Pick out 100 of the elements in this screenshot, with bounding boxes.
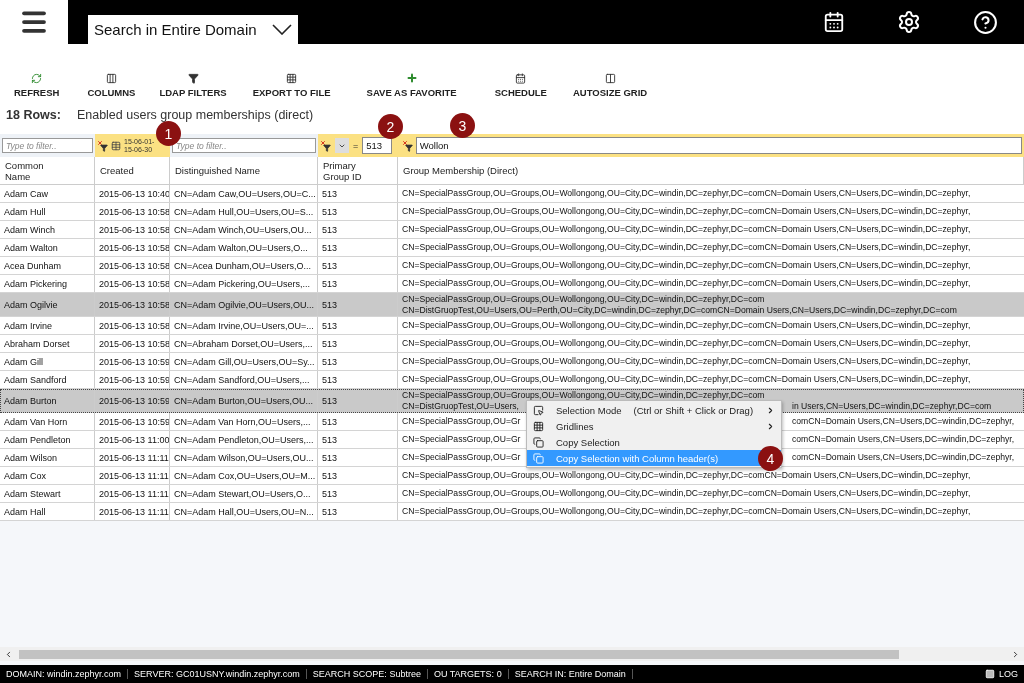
horizontal-scrollbar[interactable] (0, 647, 1024, 661)
toolbar-button[interactable]: SCHEDULE (494, 73, 547, 98)
table-cell: 2015-06-13 10:58 (95, 275, 170, 292)
table-cell: 2015-06-13 10:58 (95, 257, 170, 274)
cell-text: comCN=Domain Users,CN=Users,DC=windin,DC=zephyr, (792, 452, 1015, 463)
clear-filter-icon[interactable] (320, 139, 331, 152)
text-filter[interactable]: Wollon (398, 134, 1024, 157)
table-cell: 513 (318, 467, 398, 484)
report-title: Enabled users group memberships (direct) (76, 108, 314, 122)
toolbar-button[interactable]: AUTOSIZE GRID (572, 73, 648, 98)
cell-text: CN=SpecialPassGroup,OU=Gr (402, 434, 521, 445)
scroll-thumb[interactable] (19, 649, 899, 659)
column-header[interactable]: Distinguished Name (170, 157, 318, 184)
table-cell: CN=Adam Hall,OU=Users,OU=N... (170, 503, 318, 520)
table-cell: CN=Adam Wilson,OU=Users,OU... (170, 449, 318, 466)
toolbar-button[interactable]: LDAP FILTERS (159, 73, 227, 98)
table-cell: Adam Ogilvie (0, 293, 95, 316)
table-cell-text: CN=SpecialPassGroup,OU=Groups,OU=Wollongong,OU=City,DC=windin,DC=zephyr,DC=comCN=Domain Users,CN=Users,DC=windin,DC=zephyr, (401, 241, 972, 255)
toolbar-button[interactable]: COLUMNS (87, 73, 136, 98)
column-header[interactable]: Primary Group ID (318, 157, 398, 184)
grid-icon (286, 73, 298, 84)
cell-text: comCN=Domain Users,CN=Users,DC=windin,DC=zephyr, (792, 434, 1015, 445)
table-cell: 513 (318, 317, 398, 334)
table-row[interactable]: Abraham Dorset 2015-06-13 10:58 CN=Abraham Dorset,OU=Users,... 513 CN=SpecialPassGroup,OU=Groups,OU=Wollongong,OU=City,DC=windin,DC=zephyr,DC=comCN=Domain Users,CN=Users,DC=windin,DC=zephyr, (0, 335, 1024, 353)
filter-field[interactable]: 513 (362, 137, 393, 154)
column-header[interactable]: Common Name (0, 157, 95, 184)
table-row[interactable]: Adam Gill 2015-06-13 10:59 CN=Adam Gill,OU=Users,OU=Sy... 513 CN=SpecialPassGroup,OU=Groups,OU=Wollongong,OU=City,DC=windin,DC=zephyr,DC=comCN=Domain Users,CN=Users,DC=windin,DC=zephyr, (0, 353, 1024, 371)
scope-dropdown[interactable]: Search in Entire Domain (88, 15, 298, 44)
table-cell: CN=Adam Stewart,OU=Users,O... (170, 485, 318, 502)
table-cell: Adam Wilson (0, 449, 95, 466)
clear-filter-icon[interactable] (97, 139, 108, 152)
filter-field[interactable]: Wollon (415, 137, 1022, 154)
table-cell: 513 (318, 413, 398, 430)
table-cell: Adam Sandford (0, 371, 95, 388)
table-cell: 2015-06-13 10:40 (95, 185, 170, 202)
log-button[interactable]: LOG (985, 669, 1018, 679)
table-cell: CN=Adam Hull,OU=Users,OU=S... (170, 203, 318, 220)
table-cell-text: CN=SpecialPassGroup,OU=Groups,OU=Wollongong,OU=City,DC=windin,DC=zephyr,DC=comCN=Domain Users,CN=Users,DC=windin,DC=zephyr, (401, 505, 972, 519)
table-cell: Acea Dunham (0, 257, 95, 274)
toolbar-button[interactable]: SAVE AS FAVORITE (366, 72, 457, 98)
grid-icon (533, 420, 544, 432)
table-cell-text: CN=SpecialPassGroup,OU=Groups,OU=Wollongong,OU=City,DC=windin,DC=zephyr,DC=comCN=Domain Users,CN=Users,DC=windin,DC=zephyr, (401, 469, 972, 483)
table-row[interactable]: Adam Winch 2015-06-13 10:58 CN=Adam Winch,OU=Users,OU... 513 CN=SpecialPassGroup,OU=Groups,OU=Wollongong,OU=City,DC=windin,DC=zephyr,DC=comCN=Domain Users,CN=Users,DC=windin,DC=zephyr, (0, 221, 1024, 239)
table-cell: Adam Hall (0, 503, 95, 520)
table-row[interactable]: Adam Hull 2015-06-13 10:58 CN=Adam Hull,OU=Users,OU=S... 513 CN=SpecialPassGroup,OU=Groups,OU=Wollongong,OU=City,DC=windin,DC=zephyr,DC=comCN=Domain Users,CN=Users,DC=windin,DC=zephyr, (0, 203, 1024, 221)
autosize-icon (604, 73, 616, 84)
help-icon (973, 9, 998, 35)
column-header[interactable]: Created (95, 157, 170, 184)
table-cell: Adam Van Horn (0, 413, 95, 430)
calendar-button[interactable] (823, 11, 845, 33)
table-cell: CN=Adam Sandford,OU=Users,... (170, 371, 318, 388)
table-row[interactable]: Adam Hall 2015-06-13 11:11 CN=Adam Hall,OU=Users,OU=N... 513 CN=SpecialPassGroup,OU=Groups,OU=Wollongong,OU=City,DC=windin,DC=zephyr,DC=comCN=Domain Users,CN=Users,DC=windin,DC=zephyr, (0, 503, 1024, 521)
table-cell: Adam Winch (0, 221, 95, 238)
table-cell: CN=Adam Van Horn,OU=Users,... (170, 413, 318, 430)
table-row[interactable] (0, 293, 1024, 317)
cell-text: comCN=Domain Users,CN=Users,DC=windin,DC=zephyr, (792, 416, 1015, 427)
scroll-left-icon[interactable] (4, 649, 13, 659)
table-row[interactable]: Adam Stewart 2015-06-13 11:11 CN=Adam Stewart,OU=Users,O... 513 CN=SpecialPassGroup,OU=Groups,OU=Wollongong,OU=City,DC=windin,DC=zephyr,DC=comCN=Domain Users,CN=Users,DC=windin,DC=zephyr, (0, 485, 1024, 503)
table-row[interactable]: Adam Caw 2015-06-13 10:40 CN=Adam Caw,OU=Users,OU=C... 513 CN=SpecialPassGroup,OU=Groups,OU=Wollongong,OU=City,DC=windin,DC=zephyr,DC=comCN=Domain Users,CN=Users,DC=windin,DC=zephyr, (0, 185, 1024, 203)
table-cell: CN=Acea Dunham,OU=Users,O... (170, 257, 318, 274)
table-row[interactable]: Acea Dunham 2015-06-13 10:58 CN=Acea Dunham,OU=Users,O... 513 CN=SpecialPassGroup,OU=Groups,OU=Wollongong,OU=City,DC=windin,DC=zephyr,DC=comCN=Domain Users,CN=Users,DC=windin,DC=zephyr, (0, 257, 1024, 275)
table-cell: 2015-06-13 10:58 (95, 203, 170, 220)
table-cell: CN=Adam Gill,OU=Users,OU=Sy... (170, 353, 318, 370)
table-row[interactable]: Adam Sandford 2015-06-13 10:59 CN=Adam Sandford,OU=Users,... 513 CN=SpecialPassGroup,OU=Groups,OU=Wollongong,OU=City,DC=windin,DC=zephyr,DC=comCN=Domain Users,CN=Users,DC=windin,DC=zephyr, (0, 371, 1024, 389)
table-row[interactable]: Adam Walton 2015-06-13 10:58 CN=Adam Walton,OU=Users,O... 513 CN=SpecialPassGroup,OU=Groups,OU=Wollongong,OU=City,DC=windin,DC=zephyr,DC=comCN=Domain Users,CN=Users,DC=windin,DC=zephyr, (0, 239, 1024, 257)
table-cell: CN=Adam Pickering,OU=Users,... (170, 275, 318, 292)
number-filter[interactable]: = 513 (318, 134, 398, 157)
table-cell-text: CN=SpecialPassGroup,OU=Groups,OU=Wollongong,OU=City,DC=windin,DC=zephyr,DC=comCN=Domain Users,CN=Users,DC=windin,DC=zephyr, (401, 259, 972, 273)
clear-filter-icon[interactable] (402, 139, 413, 152)
operator-label: = (353, 140, 359, 151)
table-row[interactable]: Adam Cox 2015-06-13 11:11 CN=Adam Cox,OU=Users,OU=M... 513 CN=SpecialPassGroup,OU=Groups,OU=Wollongong,OU=City,DC=windin,DC=zephyr,DC=comCN=Domain Users,CN=Users,DC=windin,DC=zephyr, (0, 467, 1024, 485)
table-cell: 2015-06-13 11:11 (95, 485, 170, 502)
table-row[interactable]: Adam Irvine 2015-06-13 10:58 CN=Adam Irvine,OU=Users,OU=... 513 CN=SpecialPassGroup,OU=Groups,OU=Wollongong,OU=City,DC=windin,DC=zephyr,DC=comCN=Domain Users,CN=Users,DC=windin,DC=zephyr, (0, 317, 1024, 335)
table-cell: 513 (318, 185, 398, 202)
filter-field[interactable]: Type to filter.. (172, 138, 316, 153)
table-cell-text: CN=SpecialPassGroup,OU=Groups,OU=Wollongong,OU=City,DC=windin,DC=zephyr,DC=comCN=Domain Users,CN=Users,DC=windin,DC=zephyr, (401, 205, 972, 219)
table-cell-text: CN=SpecialPassGroup,OU=Groups,OU=Wollongong,OU=City,DC=windin,DC=zephyr,DC=comCN=Domain Users,CN=Users,DC=windin,DC=zephyr, (401, 337, 972, 351)
table-cell: 2015-06-13 10:58 (95, 239, 170, 256)
filter-field[interactable]: Type to filter.. (2, 138, 93, 153)
column-header[interactable]: Group Membership (Direct) (398, 157, 1024, 184)
table-cell: 2015-06-13 11:11 (95, 467, 170, 484)
menu-button[interactable] (0, 0, 68, 44)
table-cell: 513 (318, 275, 398, 292)
toolbar-button[interactable]: EXPORT TO FILE (252, 73, 331, 98)
help-button[interactable] (973, 9, 998, 35)
table-cell-text: CN=SpecialPassGroup,OU=Groups,OU=Wollongong,OU=City,DC=windin,DC=zephyr,DC=com CN=DistGruopTest,OU=Users,OU=Perth,OU=City,DC=windin,DC=zephyr,DC=comCN=Domain Users,CN=Users,DC=windin,DC=zephyr,DC=com (401, 293, 958, 316)
cell-text: CN=SpecialPassGroup,OU=Gr (402, 416, 521, 427)
table-cell: CN=Adam Pendleton,OU=Users,... (170, 431, 318, 448)
table-cell: 513 (318, 431, 398, 448)
toolbar-button[interactable]: REFRESH (14, 73, 60, 98)
table-cell: 513 (318, 449, 398, 466)
table-cell: 513 (318, 221, 398, 238)
table-cell: Abraham Dorset (0, 335, 95, 352)
settings-button[interactable] (897, 10, 921, 34)
scroll-right-icon[interactable] (1011, 649, 1020, 659)
table-row[interactable]: Adam Pickering 2015-06-13 10:58 CN=Adam Pickering,OU=Users,... 513 CN=SpecialPassGroup,OU=Groups,OU=Wollongong,OU=City,DC=windin,DC=zephyr,DC=comCN=Domain Users,CN=Users,DC=windin,DC=zephyr, (0, 275, 1024, 293)
table-cell: CN=Adam Irvine,OU=Users,OU=... (170, 317, 318, 334)
menu-item[interactable]: Gridlines (527, 418, 781, 434)
table-cell: Adam Cox (0, 467, 95, 484)
calendar-icon (823, 11, 845, 33)
